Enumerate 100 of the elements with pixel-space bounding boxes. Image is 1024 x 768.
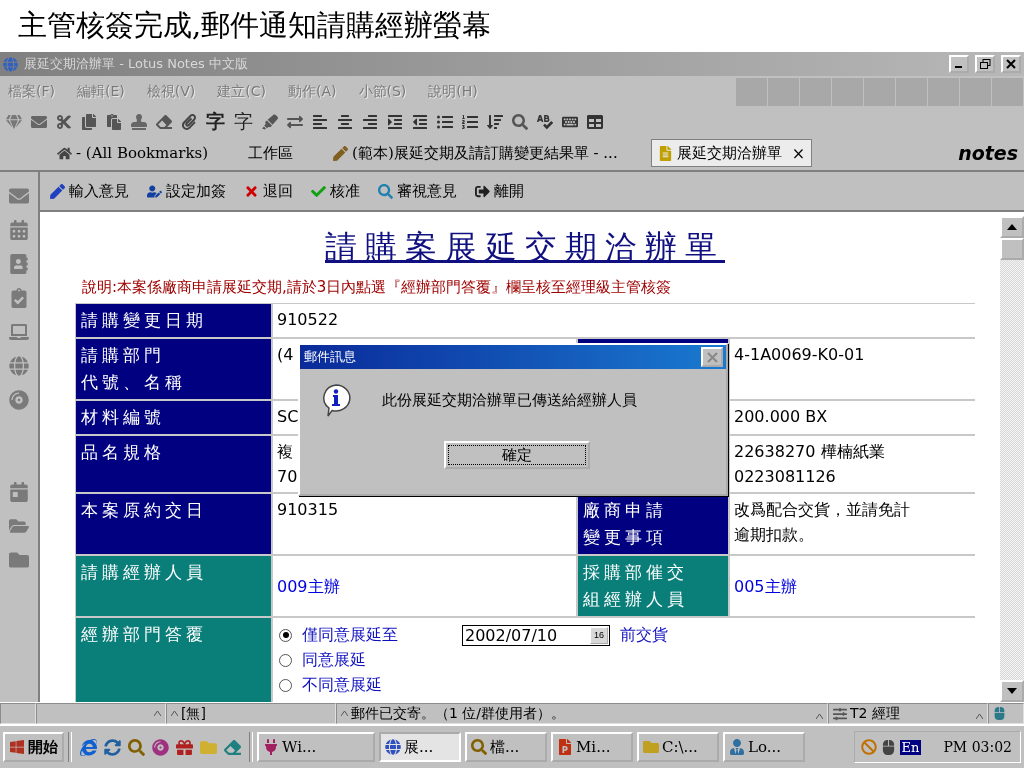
cross-icon[interactable] <box>244 183 259 199</box>
bookmark-tab[interactable]: 工作區 <box>241 139 301 167</box>
bookmark-tab[interactable]: 展延交期洽辦單 × <box>650 139 813 167</box>
date-field[interactable]: 2002/07/10 16 <box>462 624 610 646</box>
slides-icon[interactable] <box>557 739 573 755</box>
maximize-button[interactable] <box>975 55 995 73</box>
minimize-button[interactable] <box>949 55 969 73</box>
search-icon[interactable] <box>512 114 528 130</box>
gift-icon[interactable] <box>176 738 193 756</box>
person-link[interactable]: 005主辦 <box>730 556 976 616</box>
checklist-icon[interactable] <box>9 288 29 308</box>
action-button[interactable]: 退回 <box>244 181 293 201</box>
windows-icon[interactable] <box>9 739 25 755</box>
task-button[interactable]: 檔... <box>465 732 547 762</box>
tab-close[interactable]: × <box>791 143 806 163</box>
spell-check-icon[interactable] <box>537 114 553 130</box>
action-button[interactable]: 核准 <box>311 181 360 201</box>
option-label[interactable]: 不同意展延 <box>302 674 382 696</box>
radio-button[interactable] <box>279 653 292 667</box>
align-right-icon[interactable] <box>362 114 378 130</box>
option-label[interactable]: 同意展延 <box>302 649 366 671</box>
bookmark-tab[interactable]: - (All Bookmarks) <box>50 139 216 167</box>
magnifier-icon[interactable] <box>378 183 393 199</box>
restore-icon[interactable] <box>979 59 991 69</box>
align-left-icon[interactable] <box>312 114 328 130</box>
calendar-icon[interactable] <box>9 220 29 240</box>
address-book-icon[interactable] <box>9 254 29 274</box>
action-button[interactable]: 離開 <box>475 181 524 201</box>
eraser-icon[interactable] <box>224 738 241 756</box>
align-center-icon[interactable] <box>337 114 353 130</box>
format-button[interactable]: 字 <box>206 109 225 135</box>
task-button[interactable]: Wi... <box>257 732 375 762</box>
scroll-up-button[interactable] <box>1000 216 1024 238</box>
globe-icon[interactable] <box>80 738 97 756</box>
plug-icon[interactable] <box>263 739 279 755</box>
envelope-icon[interactable] <box>31 114 47 130</box>
down-arrow-icon[interactable] <box>1007 688 1017 694</box>
caret-icon[interactable] <box>816 713 823 719</box>
field-value: 22638270 樺楠紙業 0223081126 <box>730 436 976 492</box>
numbered-list-icon[interactable] <box>462 114 478 130</box>
mouse-icon[interactable] <box>993 707 1006 720</box>
radio-button[interactable] <box>279 678 292 692</box>
radio-button[interactable] <box>279 628 292 642</box>
calendar-button[interactable]: 16 <box>590 626 608 644</box>
folder-icon[interactable] <box>9 550 29 570</box>
check-icon[interactable] <box>311 183 326 199</box>
caret-icon[interactable] <box>154 711 161 716</box>
format-button[interactable]: 字 <box>234 109 253 135</box>
up-arrow-icon[interactable] <box>1007 224 1017 230</box>
option-label[interactable]: 僅同意展延至 <box>302 624 452 646</box>
action-button[interactable]: 輸入意見 <box>50 181 129 201</box>
task-button[interactable]: Mi... <box>551 732 633 762</box>
home-icon[interactable] <box>57 145 72 161</box>
page-icon[interactable] <box>657 145 673 161</box>
close-button[interactable] <box>1001 55 1021 73</box>
eraser-icon[interactable] <box>156 114 172 130</box>
task-button[interactable]: C:\... <box>637 732 719 762</box>
bullet-list-icon[interactable] <box>437 114 453 130</box>
task-button[interactable]: Lo... <box>723 732 805 762</box>
calendar-icon[interactable] <box>9 482 29 502</box>
ok-button[interactable]: 確定 <box>444 441 590 469</box>
folder-icon[interactable] <box>9 516 29 536</box>
arrows-icon[interactable] <box>287 114 303 130</box>
start-button[interactable]: 開始 <box>3 732 64 762</box>
paperclip-icon[interactable] <box>181 114 197 130</box>
caret-icon[interactable] <box>171 711 178 716</box>
stamp-icon[interactable] <box>131 114 147 130</box>
mouse-icon[interactable] <box>880 739 896 755</box>
person-icon[interactable] <box>729 739 745 755</box>
sync-icon[interactable] <box>104 738 121 756</box>
globe-icon[interactable] <box>9 356 29 376</box>
caret-icon[interactable] <box>341 711 348 716</box>
magnifier-icon[interactable] <box>128 738 145 756</box>
copy-icon[interactable] <box>81 114 97 130</box>
scroll-down-button[interactable] <box>1000 680 1024 702</box>
paste-icon[interactable] <box>106 114 122 130</box>
caret-icon[interactable] <box>976 713 983 719</box>
envelope-icon[interactable] <box>9 186 29 206</box>
task-button[interactable]: 展... <box>379 732 461 762</box>
table-icon[interactable] <box>587 114 603 130</box>
highlighter-icon[interactable] <box>262 114 278 130</box>
outdent-icon[interactable] <box>412 114 428 130</box>
close-icon[interactable] <box>1006 59 1016 69</box>
scissors-icon[interactable] <box>56 114 72 130</box>
person-link[interactable]: 009主辦 <box>273 556 576 616</box>
magnifier-icon[interactable] <box>471 739 487 755</box>
action-button[interactable]: 審視意見 <box>378 181 457 201</box>
globe-icon[interactable] <box>385 739 401 755</box>
exit-icon[interactable] <box>475 183 490 199</box>
sort-icon[interactable] <box>487 114 503 130</box>
indent-icon[interactable] <box>387 114 403 130</box>
action-button[interactable]: 設定加簽 <box>147 181 226 201</box>
person-icon[interactable] <box>147 183 162 199</box>
diamond-icon[interactable] <box>6 114 22 130</box>
language-indicator[interactable]: En <box>899 739 922 755</box>
scroll-thumb[interactable] <box>1000 238 1024 260</box>
laptop-icon[interactable] <box>9 322 29 342</box>
keyboard-icon[interactable] <box>562 114 578 130</box>
clock: PM 03:02 <box>943 739 1012 755</box>
bookmark-tab[interactable]: (範本)展延交期及請訂購變更結果單 - ... <box>326 139 625 167</box>
